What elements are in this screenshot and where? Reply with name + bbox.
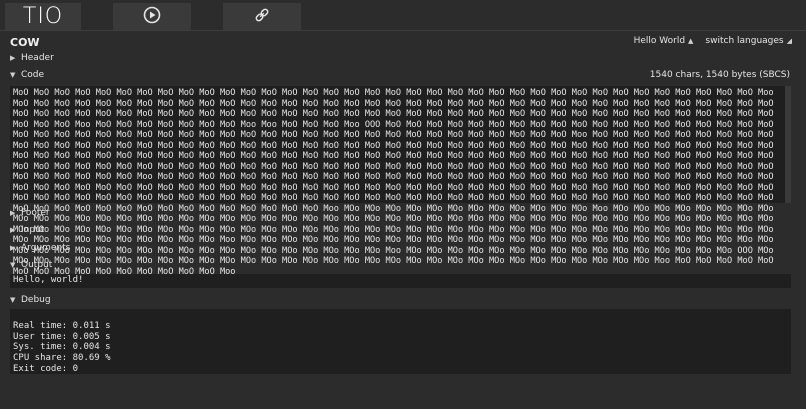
play-circle-icon: [143, 6, 161, 27]
section-label: Header: [21, 53, 54, 63]
code-stats: 1540 chars, 1540 bytes (SBCS): [649, 70, 790, 80]
input-section-toggle[interactable]: ▶ Input: [10, 225, 44, 235]
output-box[interactable]: Hello, world!: [10, 274, 791, 288]
collapsed-arrow-icon: ▶: [10, 54, 16, 62]
arguments-section-toggle[interactable]: ▶ Arguments: [10, 243, 70, 253]
code-section-toggle[interactable]: ▼ Code: [10, 70, 44, 80]
debug-box[interactable]: Real time: 0.011 s User time: 0.005 s Sy…: [10, 309, 791, 374]
section-label: Debug: [21, 295, 51, 305]
expand-icon: ▲: [688, 37, 694, 45]
switch-languages-label: switch languages: [705, 36, 784, 46]
hello-world-label: Hello World: [633, 36, 686, 46]
header-section-toggle[interactable]: ▶ Header: [10, 53, 54, 63]
debug-text: Real time: 0.011 s User time: 0.005 s Sy…: [13, 321, 111, 374]
expand-icon: ◢: [786, 37, 792, 45]
run-button[interactable]: [113, 3, 191, 30]
top-divider: [0, 30, 806, 31]
section-label: Code: [21, 70, 45, 80]
section-label: Arguments: [21, 243, 71, 253]
permalink-button[interactable]: [223, 3, 301, 30]
section-label: Footer: [21, 208, 50, 218]
section-label: Output: [21, 260, 53, 270]
switch-languages-link[interactable]: switch languages ◢: [705, 36, 792, 46]
hello-world-link[interactable]: Hello World ▲: [634, 36, 694, 46]
section-label: Input: [21, 225, 45, 235]
code-text[interactable]: MoO MoO MoO MoO MoO MoO MoO MoO MoO MoO …: [13, 88, 782, 277]
expanded-arrow-icon: ▼: [10, 71, 16, 79]
collapsed-arrow-icon: ▶: [10, 226, 16, 234]
link-icon: [253, 6, 271, 27]
code-editor[interactable]: MoO MoO MoO MoO MoO MoO MoO MoO MoO MoO …: [10, 86, 791, 277]
expanded-arrow-icon: ▼: [10, 296, 16, 304]
top-bar: TIO: [0, 0, 806, 30]
language-title: COW: [10, 36, 40, 49]
language-links: Hello World ▲ switch languages ◢: [634, 36, 792, 46]
output-text: Hello, world!: [13, 275, 84, 285]
tio-logo[interactable]: TIO: [5, 3, 81, 30]
footer-section-toggle[interactable]: ▶ Footer: [10, 208, 50, 218]
collapsed-arrow-icon: ▶: [10, 244, 16, 252]
output-section-toggle[interactable]: ▼ Output: [10, 260, 52, 270]
debug-section-toggle[interactable]: ▼ Debug: [10, 295, 51, 305]
expanded-arrow-icon: ▼: [10, 261, 16, 269]
collapsed-arrow-icon: ▶: [10, 209, 16, 217]
